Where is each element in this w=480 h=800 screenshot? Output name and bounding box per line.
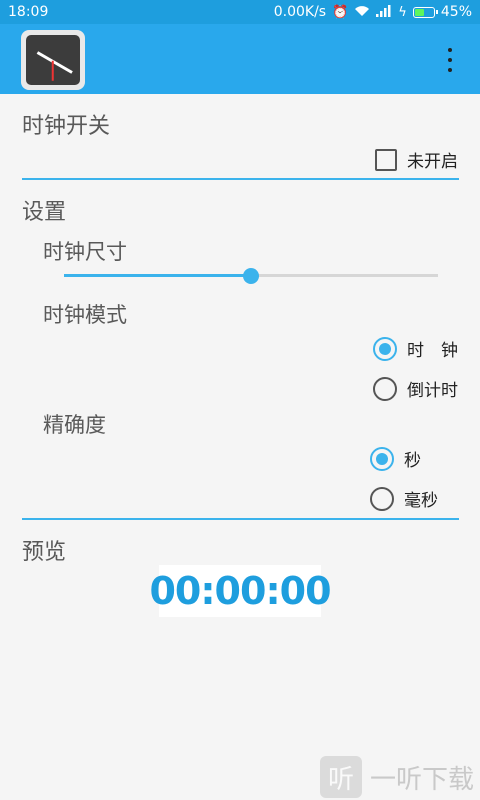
preview-time: 00:00:00 — [149, 569, 331, 613]
menu-dot — [448, 48, 452, 52]
status-time: 18:09 — [8, 4, 49, 20]
precision-option-milliseconds[interactable]: 毫秒 — [370, 486, 438, 511]
clock-second-hand — [52, 60, 54, 81]
precision-title: 精确度 — [43, 413, 106, 437]
precision-option-label: 秒 — [404, 451, 421, 471]
radio-mode-1[interactable] — [373, 376, 397, 401]
mode-option-countdown[interactable]: 倒计时 — [373, 376, 458, 401]
checkbox-box[interactable] — [375, 148, 397, 171]
wifi-icon — [354, 5, 370, 20]
clock-switch-title: 时钟开关 — [22, 114, 111, 139]
watermark-text: 一听下载 — [370, 764, 475, 795]
radio-mode-0[interactable] — [373, 336, 397, 361]
preview-title: 预览 — [22, 540, 67, 565]
clock-preview: 00:00:00 — [149, 565, 332, 617]
watermark: 听 一听下载 — [320, 756, 474, 798]
status-right: 0.00K/s ⏰ ϟ 45% — [274, 4, 472, 20]
signal-icon — [376, 4, 392, 20]
menu-dot — [448, 68, 452, 72]
mode-option-label: 时 钟 — [407, 341, 458, 361]
battery-percent: 45% — [440, 4, 472, 20]
clock-size-title: 时钟尺寸 — [43, 240, 127, 264]
clock-hour-hand — [36, 51, 54, 63]
network-speed: 0.00K/s — [273, 4, 327, 20]
alarm-icon: ⏰ — [332, 4, 349, 20]
clock-minute-hand — [52, 60, 73, 74]
menu-dot — [448, 58, 452, 62]
radio-precision-0[interactable] — [370, 446, 394, 471]
slider-active-track — [64, 274, 251, 277]
radio-precision-1[interactable] — [370, 486, 394, 511]
watermark-logo-icon: 听 — [320, 756, 362, 798]
checkbox-label: 未开启 — [407, 152, 458, 172]
clock-mode-title: 时钟模式 — [43, 303, 127, 327]
precision-option-label: 毫秒 — [404, 491, 438, 511]
clock-face — [26, 35, 80, 85]
clock-app-icon — [21, 30, 85, 90]
slider-thumb[interactable] — [243, 268, 259, 284]
divider — [22, 518, 459, 520]
battery-fill — [414, 8, 424, 16]
status-bar: 18:09 0.00K/s ⏰ ϟ 45% — [0, 0, 480, 24]
mode-option-label: 倒计时 — [407, 381, 458, 401]
mode-option-clock[interactable]: 时 钟 — [373, 336, 458, 361]
precision-option-seconds[interactable]: 秒 — [370, 446, 421, 471]
battery-icon — [412, 6, 438, 18]
clock-size-slider[interactable] — [64, 266, 438, 286]
app-bar — [0, 24, 480, 94]
divider — [22, 178, 459, 180]
charging-icon: ϟ — [398, 4, 407, 20]
overflow-menu-icon[interactable] — [440, 48, 460, 72]
clock-switch-checkbox[interactable]: 未开启 — [375, 147, 458, 172]
settings-title: 设置 — [22, 200, 67, 225]
